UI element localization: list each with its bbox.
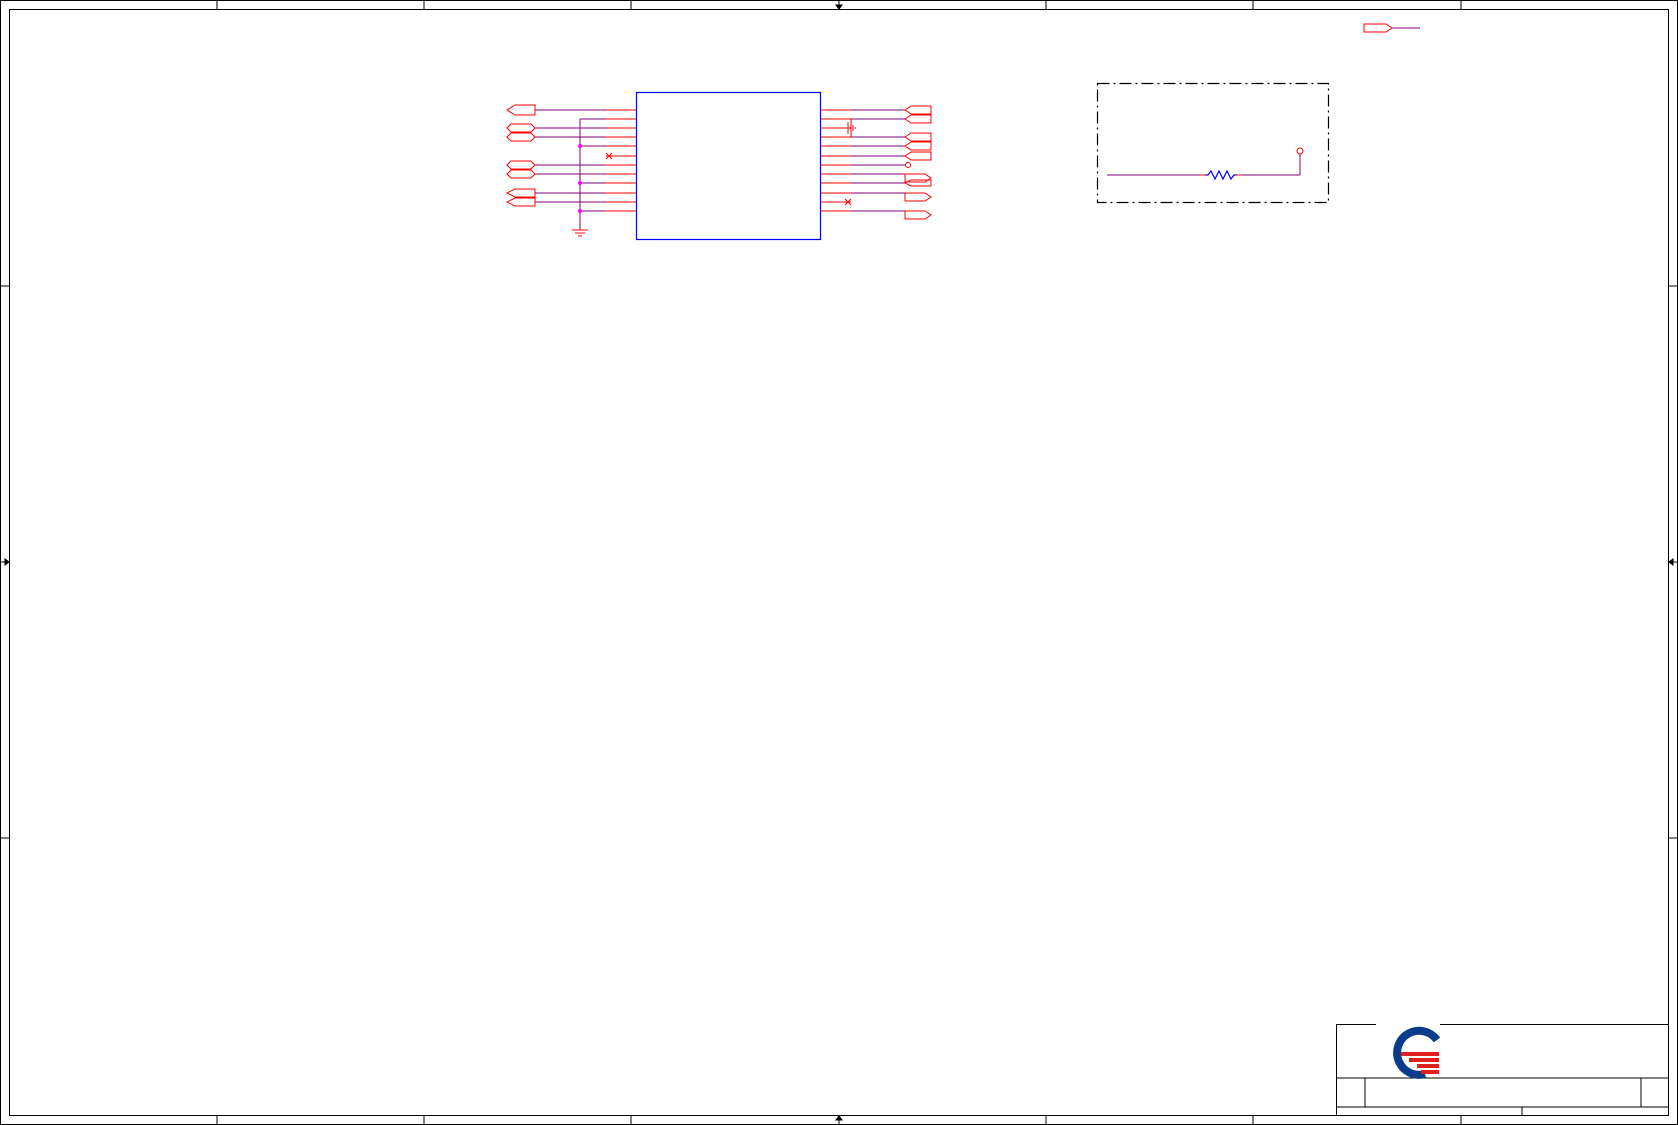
left-nets[interactable] <box>535 109 606 230</box>
resistor-icon <box>1205 169 1237 181</box>
offpage-port-icon[interactable] <box>1363 23 1420 33</box>
test-point-icon <box>905 162 911 168</box>
port-in-3 <box>505 197 536 207</box>
centering-marks <box>0 0 1678 1125</box>
port-r-9 <box>904 210 932 220</box>
port-bidir-3 <box>506 160 536 170</box>
left-ports[interactable] <box>505 104 536 207</box>
ic-right-pins <box>821 109 851 212</box>
port-r-3 <box>904 132 932 142</box>
subcircuit-net[interactable] <box>1107 154 1301 176</box>
ic-body[interactable] <box>635 91 822 241</box>
ground-icon <box>572 229 588 237</box>
port-bidir-2 <box>506 132 536 142</box>
port-r-1 <box>904 105 932 115</box>
inner-border <box>9 9 1669 1116</box>
subcircuit-test-point-icon <box>1296 147 1304 155</box>
title-block <box>1336 1024 1669 1116</box>
port-bidir-4 <box>506 169 536 179</box>
schematic-sheet <box>0 0 1678 1125</box>
right-nets[interactable] <box>851 109 905 212</box>
outer-border <box>0 0 1678 1125</box>
port-in-2 <box>505 188 536 198</box>
port-r-4 <box>904 141 932 151</box>
port-bidir-1 <box>506 123 536 133</box>
main-ic[interactable] <box>635 91 822 241</box>
ic-left-pins <box>606 109 636 212</box>
port-r-2 <box>904 114 932 124</box>
company-logo-icon <box>1393 1026 1441 1079</box>
port-r-8 <box>904 192 932 202</box>
port-in-1 <box>506 104 536 116</box>
drawing-frame <box>0 0 1678 1125</box>
subcircuit-box[interactable] <box>1096 82 1330 204</box>
port-r-5 <box>904 151 932 161</box>
